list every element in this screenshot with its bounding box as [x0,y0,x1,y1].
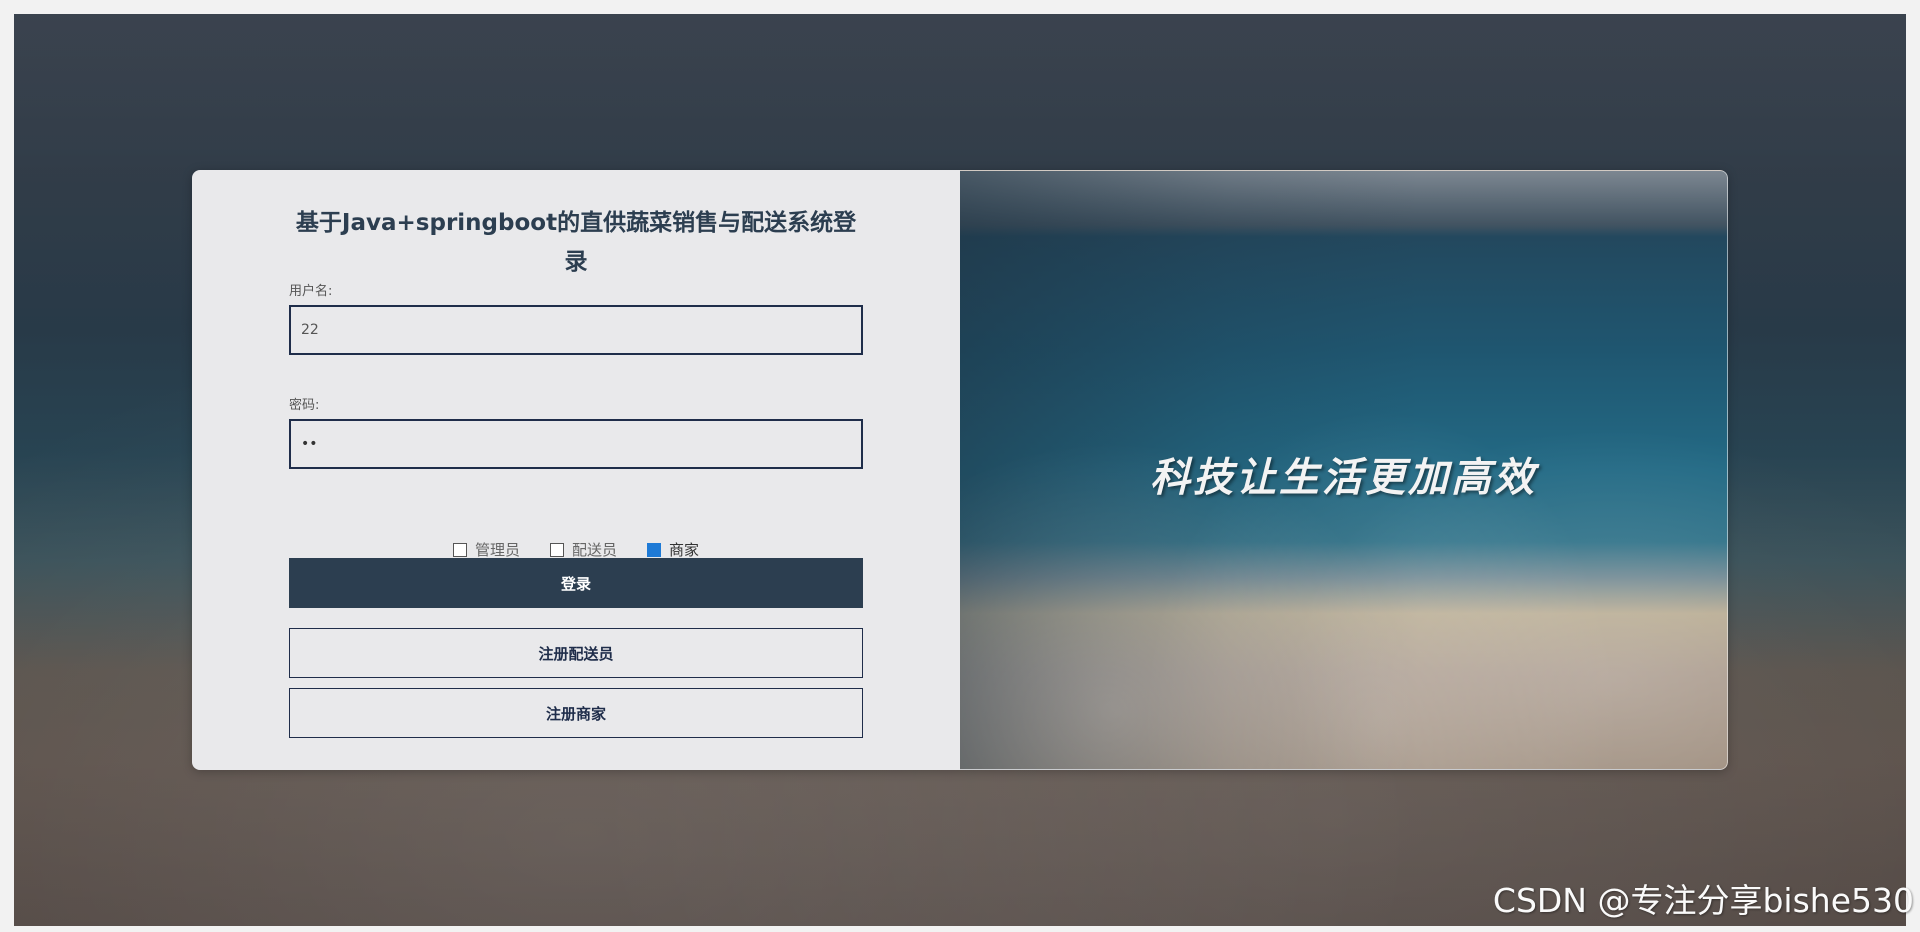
login-card: 基于Java+springboot的直供蔬菜销售与配送系统登录 用户名: 22 … [192,170,1728,770]
checkbox-courier[interactable] [549,542,564,557]
role-merchant-label: 商家 [669,541,700,559]
banner-image-panel: 科技让生活更加高效 [960,170,1728,770]
role-admin-label: 管理员 [474,541,520,559]
checkbox-admin[interactable] [452,542,467,557]
role-courier[interactable]: 配送员 [549,539,617,560]
register-merchant-button[interactable]: 注册商家 [289,688,863,738]
username-field[interactable]: 22 [289,305,863,355]
page-title: 基于Java+springboot的直供蔬菜销售与配送系统登录 [295,210,857,275]
login-form-panel: 基于Java+springboot的直供蔬菜销售与配送系统登录 用户名: 22 … [192,170,960,770]
register-courier-button[interactable]: 注册配送员 [289,628,863,678]
watermark: CSDN @专注分享bishe530 [1492,881,1914,920]
username-label: 用户名: [289,284,333,299]
password-label: 密码: [289,398,320,413]
role-selector: 管理员 配送员 商家 [192,539,960,560]
banner-slogan: 科技让生活更加高效 [1150,455,1537,501]
role-merchant[interactable]: 商家 [647,539,699,560]
password-field[interactable]: •• [289,419,863,469]
role-courier-label: 配送员 [571,541,617,559]
checkbox-merchant[interactable] [647,542,661,557]
role-admin[interactable]: 管理员 [452,539,520,560]
login-button[interactable]: 登录 [289,558,863,608]
